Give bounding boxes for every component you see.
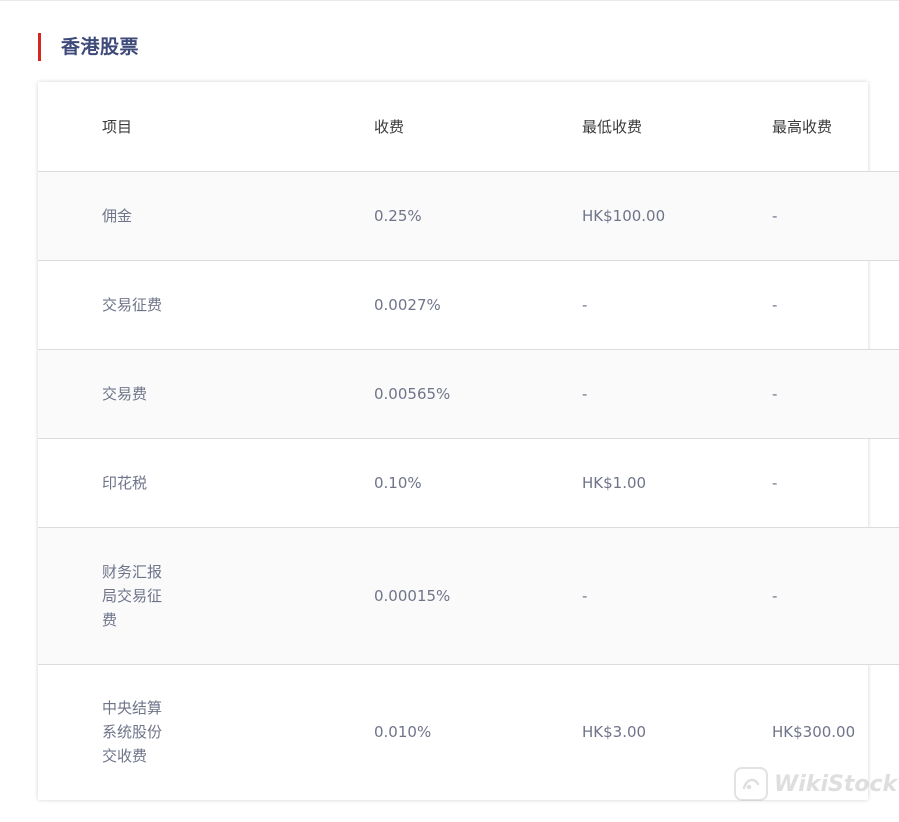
row-max-fee: - [772,260,899,350]
row-item: 中央结算系统股份交收费 [102,699,163,766]
table-row: 交易费 0.00565% - - [38,349,899,439]
row-min-fee: HK$100.00 [582,171,772,261]
row-item: 财务汇报局交易征费 [102,562,163,629]
row-max-fee: - [772,438,899,528]
row-item: 印花税 [102,473,148,492]
watermark-text: WikiStock [774,771,898,797]
header-item: 项目 [38,82,374,172]
row-min-fee: HK$1.00 [582,438,772,528]
row-max-fee: - [772,349,899,439]
row-fee: 0.10% [374,438,582,528]
row-fee: 0.25% [374,171,582,261]
table-row: 交易征费 0.0027% - - [38,260,899,350]
table-row: 印花税 0.10% HK$1.00 - [38,438,899,528]
fee-table-card: 项目 收费 最低收费 最高收费 佣金 0.25% HK$100.00 - 交易征… [38,82,899,800]
row-max-fee: - [772,171,899,261]
row-max-fee: - [772,527,899,665]
row-min-fee: - [582,260,772,350]
table-row: 佣金 0.25% HK$100.00 - [38,171,899,261]
header-fee: 收费 [374,82,582,172]
row-fee: 0.010% [374,723,432,742]
fee-table: 项目 收费 最低收费 最高收费 佣金 0.25% HK$100.00 - 交易征… [38,82,899,800]
row-item: 交易费 [102,384,148,403]
table-row: 财务汇报局交易征费 0.00015% - - [38,527,899,665]
row-fee: 0.00015% [374,527,582,665]
top-divider [0,0,899,1]
row-fee: 0.0027% [374,260,582,350]
header-max-fee: 最高收费 [772,82,899,172]
row-item: 佣金 [102,206,133,225]
wikistock-logo-icon [734,767,768,801]
table-header-row: 项目 收费 最低收费 最高收费 [38,82,899,172]
watermark: WikiStock [734,767,897,801]
row-min-fee: - [582,527,772,665]
row-min-fee: - [582,349,772,439]
header-min-fee: 最低收费 [582,82,772,172]
row-fee: 0.00565% [374,349,582,439]
row-item: 交易征费 [102,295,163,314]
section-title: 香港股票 [38,33,139,61]
